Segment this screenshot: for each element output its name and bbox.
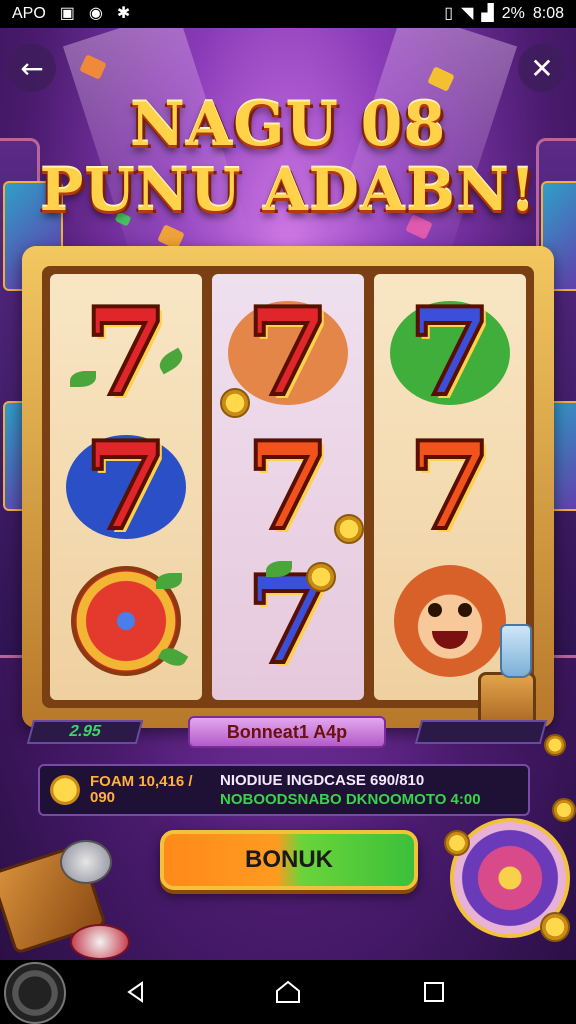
- bonus-label: Bonneat1 A4p: [188, 716, 386, 748]
- arrow-left-icon: ←: [20, 51, 44, 85]
- game-screen[interactable]: ← ✕ NAGU 08 PUNU ADABN! 7 7 7 7 7 7 7 2.…: [0, 28, 576, 960]
- panel-line-2: NOBOODSNABO DKNOOMOTO 4:00: [220, 791, 481, 808]
- panel-title: FOAM 10,416 / 090: [90, 773, 193, 806]
- coin-icon: [540, 912, 570, 942]
- battery-percent: 2%: [501, 5, 525, 22]
- recents-square-icon: [424, 982, 444, 1002]
- seven-glyph: 7: [244, 416, 331, 557]
- coin-icon: [220, 388, 250, 418]
- seven-glyph: 7: [82, 282, 169, 423]
- clock: 8:08: [532, 5, 564, 22]
- left-readout: 2.95: [26, 720, 144, 744]
- right-readout: [414, 720, 548, 744]
- image-icon: ▣: [59, 5, 75, 22]
- floating-assistant-bubble[interactable]: [4, 962, 66, 1024]
- seven-glyph: 7: [406, 416, 493, 557]
- nav-back-button[interactable]: [106, 960, 166, 1024]
- blue-splash-seven-symbol: 7: [64, 416, 188, 557]
- seven-glyph: 7: [244, 282, 331, 423]
- orange-seven-symbol: 7: [226, 416, 350, 557]
- close-icon: ✕: [530, 51, 554, 85]
- panel-line-1: NIODIUE INGDCASE 690/810: [220, 772, 425, 789]
- reel-1: 7 7: [50, 274, 202, 700]
- messenger-icon: ◉: [88, 5, 103, 22]
- red-seven-symbol: 7: [64, 282, 188, 423]
- vibrate-icon: ▯: [444, 5, 454, 22]
- wifi-icon: ◥: [461, 5, 474, 22]
- back-triangle-icon: [127, 981, 143, 1003]
- carrier-label: APO: [12, 5, 46, 22]
- back-button[interactable]: ←: [8, 44, 56, 92]
- bet-info-row: 2.95 Bonneat1 A4p: [22, 716, 554, 750]
- nav-home-button[interactable]: [258, 960, 318, 1024]
- coin-icon: [50, 775, 80, 805]
- close-button[interactable]: ✕: [518, 44, 566, 92]
- poker-chip-icon: [70, 924, 130, 960]
- info-panel: FOAM 10,416 / 090 NIODIUE INGDCASE 690/8…: [38, 764, 530, 816]
- slot-machine: 7 7 7 7 7 7 7: [22, 246, 554, 728]
- reel-2: 7 7 7: [212, 274, 364, 700]
- candy-symbol: [64, 561, 189, 681]
- status-bar: APO ▣ ◉ ✱ ▯ ◥ ▟ 2% 8:08: [0, 0, 576, 28]
- dice-icon: [60, 840, 112, 884]
- coin-icon: [334, 514, 364, 544]
- leaf-decoration: [156, 573, 182, 589]
- nav-recents-button[interactable]: [404, 960, 464, 1024]
- reels-container: 7 7 7 7 7 7 7: [42, 266, 534, 708]
- navigation-bar: [0, 960, 576, 1024]
- signal-icon: ▟: [481, 5, 494, 22]
- orange-seven-symbol: 7: [388, 416, 512, 557]
- coin-icon: [306, 562, 336, 592]
- coin-icon: [552, 798, 576, 822]
- settings-icon: ✱: [116, 5, 131, 22]
- lion-icon: [394, 565, 506, 677]
- bonus-button[interactable]: BONUK: [160, 830, 418, 890]
- home-icon: [276, 980, 300, 1003]
- coin-icon: [444, 830, 470, 856]
- seven-glyph: 7: [82, 416, 169, 557]
- blue-seven-symbol: 7: [388, 282, 512, 423]
- lion-symbol: [388, 561, 512, 681]
- seven-glyph: 7: [406, 282, 493, 423]
- game-title-line2: PUNU ADABN!: [39, 156, 537, 224]
- bottle-icon: [500, 624, 532, 678]
- game-title-line1: NAGU 08: [129, 90, 447, 160]
